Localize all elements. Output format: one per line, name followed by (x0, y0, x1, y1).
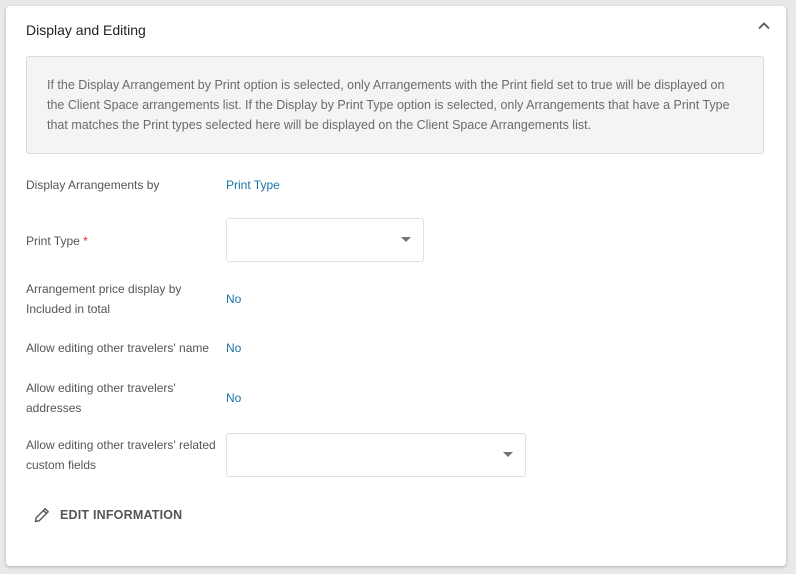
pencil-icon (34, 508, 49, 523)
collapse-button[interactable] (756, 18, 772, 34)
custom-fields-select[interactable] (226, 433, 526, 477)
display-by-label: Display Arrangements by (26, 178, 160, 192)
display-by-value: Print Type (226, 178, 280, 192)
print-type-label: Print Type * (26, 231, 221, 251)
print-type-label-text: Print Type (26, 234, 80, 248)
info-text: If the Display Arrangement by Print opti… (47, 78, 730, 132)
info-box: If the Display Arrangement by Print opti… (26, 56, 764, 154)
chevron-up-icon (758, 22, 770, 30)
print-type-select[interactable] (226, 218, 424, 262)
edit-names-label: Allow editing other travelers' name (26, 341, 210, 355)
edit-addresses-label: Allow editing other travelers' addresses (26, 381, 176, 415)
price-display-value: No (226, 292, 242, 306)
edit-addresses-value: No (226, 391, 242, 405)
price-display-label: Arrangement price display by Included in… (26, 282, 182, 316)
caret-down-icon (503, 452, 513, 457)
caret-down-icon (401, 237, 411, 242)
edit-names-value: No (226, 341, 242, 355)
display-editing-card: Display and Editing If the Display Arran… (6, 6, 786, 566)
edit-custom-fields-label: Allow editing other travelers' related c… (26, 438, 216, 472)
edit-information-label: EDIT INFORMATION (60, 508, 183, 522)
section-title: Display and Editing (26, 22, 146, 38)
edit-information-button[interactable]: EDIT INFORMATION (32, 503, 182, 527)
required-marker: * (83, 234, 88, 248)
